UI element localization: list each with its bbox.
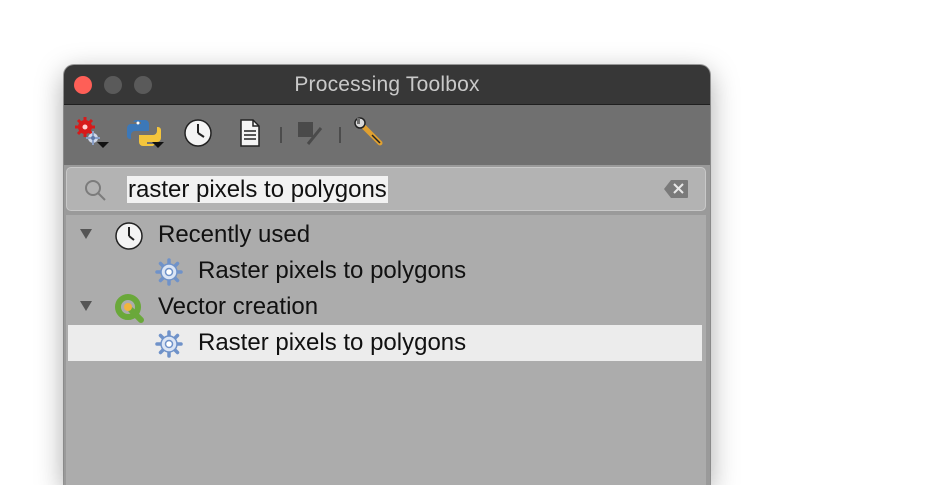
search-icon [83, 178, 107, 207]
tree-group-recently-used[interactable]: Recently used [66, 217, 706, 253]
expand-triangle-icon[interactable] [80, 301, 92, 311]
tree-group-label: Recently used [158, 221, 311, 248]
toolbar-separator [280, 127, 282, 143]
history-icon [183, 118, 213, 153]
edit-features-in-place-button[interactable] [290, 117, 330, 153]
qgis-logo-icon [114, 293, 144, 323]
search-box[interactable]: raster pixels to polygons [66, 167, 706, 211]
history-button[interactable] [178, 117, 218, 153]
clear-search-icon[interactable] [663, 179, 689, 204]
toolbar [64, 105, 710, 165]
results-viewer-button[interactable] [230, 117, 270, 153]
window-title: Processing Toolbox [294, 73, 480, 96]
edit-features-in-place-icon [294, 118, 326, 153]
toolbar-separator [339, 127, 341, 143]
python-scripts-icon [127, 116, 165, 155]
processing-toolbox-window: Processing Toolbox raster pixels to poly… [64, 65, 710, 485]
tree-item-label: Raster pixels to polygons [198, 329, 467, 356]
tree-item-raster-pixels-to-polygons-selected[interactable]: Raster pixels to polygons [68, 325, 702, 361]
wrench-icon [352, 116, 386, 154]
algorithm-gear-icon [154, 257, 184, 287]
search-input[interactable]: raster pixels to polygons [127, 175, 388, 205]
tree-group-vector-creation[interactable]: Vector creation [66, 289, 706, 325]
clock-icon [114, 221, 144, 251]
tree-item-raster-pixels-to-polygons[interactable]: Raster pixels to polygons [66, 253, 706, 289]
expand-triangle-icon[interactable] [80, 229, 92, 239]
search-input-value: raster pixels to polygons [127, 176, 388, 203]
tree-group-label: Vector creation [158, 293, 319, 320]
title-bar[interactable]: Processing Toolbox [64, 65, 710, 105]
tree-item-label: Raster pixels to polygons [198, 257, 467, 284]
models-button[interactable] [72, 116, 112, 155]
options-button[interactable] [349, 116, 389, 154]
results-viewer-icon [237, 118, 263, 153]
algorithm-tree: Recently used Raster pixels to polygons [66, 215, 706, 485]
python-scripts-button[interactable] [126, 117, 166, 153]
models-icon [73, 116, 111, 155]
algorithm-gear-icon [154, 329, 184, 359]
